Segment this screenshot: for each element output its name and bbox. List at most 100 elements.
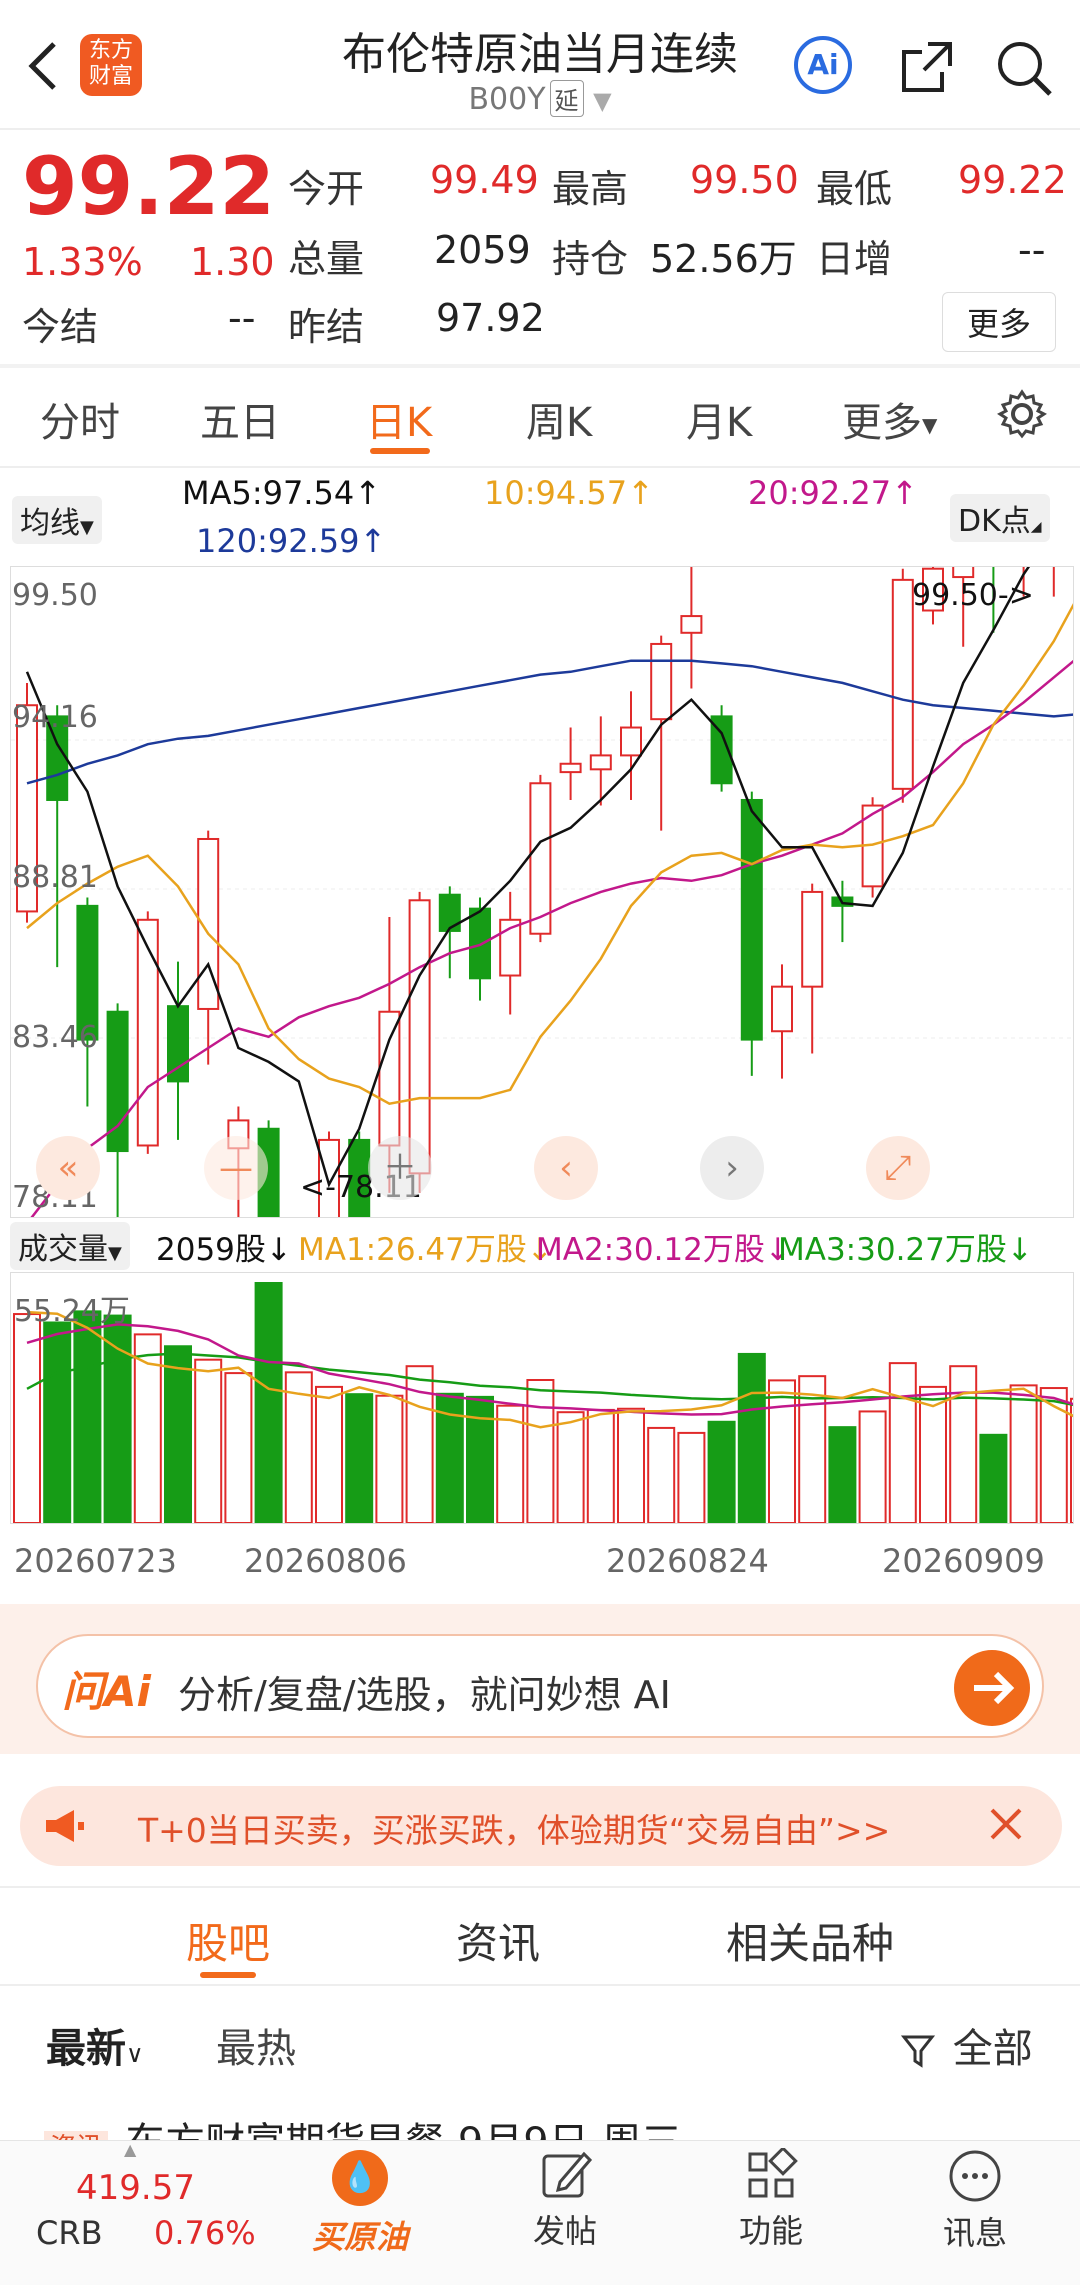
volume-bar	[254, 1282, 283, 1524]
zoom-out-button[interactable]: «	[36, 1136, 100, 1200]
candle-body	[891, 578, 914, 790]
ai-search-bar[interactable]: 问Ai 分析/复盘/选股，就问妙想 AI	[36, 1634, 1044, 1738]
post-button[interactable]: 发帖	[510, 2148, 620, 2252]
search-icon	[998, 42, 1052, 96]
grid-icon	[748, 2146, 798, 2198]
scale-minus-button[interactable]: —	[204, 1136, 268, 1200]
date-tick: 20260723	[14, 1542, 177, 1580]
oi-value: 52.56万	[650, 237, 797, 281]
volume-bar	[194, 1358, 223, 1524]
buy-crude-button[interactable]: 💧 买原油	[300, 2150, 420, 2258]
chevron-down-icon: ∨	[126, 2040, 144, 2068]
volume-bar	[979, 1433, 1008, 1525]
promo-close-button[interactable]	[982, 1800, 1030, 1852]
chart-settings-button[interactable]	[996, 388, 1048, 444]
candle-body	[589, 754, 612, 771]
tab-monthly-k[interactable]: 月K	[686, 390, 752, 448]
ma120-legend: 120:92.59↑	[196, 522, 387, 560]
daily-inc-value: --	[1018, 228, 1046, 272]
tab-more[interactable]: 更多▼	[842, 390, 937, 448]
messages-button[interactable]: 讯息	[920, 2148, 1030, 2254]
change-pct: 1.33%	[22, 240, 143, 284]
volume-bar	[949, 1365, 978, 1524]
tab-daily-k[interactable]: 日K	[366, 390, 432, 448]
high-label: 最高	[552, 167, 629, 211]
contract-code-text: B00Y	[468, 82, 546, 117]
ai-go-button[interactable]	[954, 1650, 1030, 1726]
filter-icon	[900, 2035, 936, 2068]
search-button[interactable]	[994, 38, 1054, 102]
candle-body	[801, 890, 824, 988]
megaphone-icon	[46, 1810, 84, 1842]
volume-chart[interactable]	[10, 1272, 1080, 1525]
y-tick-label: 99.50	[12, 578, 98, 613]
more-quote-button[interactable]: 更多	[942, 292, 1057, 352]
low-value: 99.22	[958, 158, 1067, 202]
dk-point-label: DK点	[958, 504, 1031, 539]
volume-selector[interactable]: 成交量▼	[10, 1222, 130, 1270]
volume-bar	[556, 1411, 585, 1524]
candle-body	[559, 762, 582, 774]
tab-news[interactable]: 资讯	[456, 1910, 540, 1971]
volume-bar	[858, 1410, 887, 1525]
crb-up-arrow: ▲	[124, 2140, 137, 2159]
volume-bar	[466, 1395, 494, 1524]
header-divider	[0, 128, 1080, 130]
tab-active-indicator	[370, 448, 430, 454]
fullscreen-button[interactable]: ⤢	[866, 1136, 930, 1200]
tab-five-day[interactable]: 五日	[200, 390, 280, 448]
close-icon	[990, 1808, 1022, 1840]
caret-down-icon: ▼	[922, 413, 938, 437]
prev-settle-label: 昨结	[288, 305, 365, 349]
tab-active-indicator	[200, 1972, 256, 1978]
sort-latest[interactable]: 最新∨	[46, 2016, 144, 2074]
tab-weekly-k[interactable]: 周K	[526, 390, 592, 448]
price-chart[interactable]	[10, 412, 1080, 1408]
messages-label: 讯息	[942, 2214, 1007, 2252]
section-divider	[0, 1886, 1080, 1888]
vol-ma1-legend: MA1:26.47万股↓	[298, 1232, 553, 1268]
scroll-right-button[interactable]: ›	[700, 1136, 764, 1200]
candle-body	[529, 782, 552, 935]
candle-body	[136, 918, 159, 1147]
filter-label: 全部	[952, 2026, 1033, 2072]
news-item-peek[interactable]: 资讯 东方财富期货早餐 9月9日 周三	[44, 2110, 1044, 2140]
ma20-legend: 20:92.27↑	[748, 474, 918, 512]
scale-plus-button[interactable]: ＋	[368, 1136, 432, 1200]
sort-hot[interactable]: 最热	[216, 2016, 296, 2074]
minus-icon: —	[219, 1148, 253, 1188]
tab-intraday[interactable]: 分时	[40, 390, 120, 448]
volume-max-label: 55.24万	[14, 1294, 130, 1329]
ai-logo: 问Ai	[62, 1667, 151, 1716]
candle-body	[650, 642, 673, 721]
high-value: 99.50	[690, 158, 799, 202]
ai-button[interactable]: Ai	[794, 36, 852, 94]
crb-value[interactable]: 419.57	[76, 2168, 195, 2208]
date-tick: 20260909	[882, 1542, 1045, 1580]
caret-down-icon: ▼	[108, 1243, 122, 1264]
volume-bar	[888, 1362, 917, 1524]
open-label: 今开	[288, 167, 365, 211]
ma-selector[interactable]: 均线▼	[12, 496, 102, 544]
vol-ma3-legend: MA3:30.27万股↓	[778, 1232, 1033, 1268]
functions-button[interactable]: 功能	[716, 2146, 826, 2252]
candle-body	[740, 798, 763, 1041]
candle-body	[680, 615, 703, 634]
tab-related[interactable]: 相关品种	[726, 1910, 894, 1971]
scroll-left-button[interactable]: ‹	[534, 1136, 598, 1200]
candle-body	[620, 726, 642, 757]
share-button[interactable]	[898, 38, 956, 100]
promo-banner[interactable]: T+0当日买卖，买涨买跌，体验期货“交易自由”>>	[20, 1786, 1062, 1866]
dk-point-button[interactable]: DK点◢	[950, 494, 1050, 542]
volume-bar	[707, 1420, 736, 1525]
filter-button[interactable]: 全部	[900, 2016, 1033, 2074]
volume-bar	[375, 1394, 404, 1524]
settle-value: --	[228, 296, 256, 340]
plus-icon: ＋	[383, 1148, 417, 1188]
ma120-line	[26, 659, 1080, 785]
volume-bar	[1039, 1387, 1068, 1524]
tab-guba[interactable]: 股吧	[186, 1910, 270, 1971]
ma10-legend: 10:94.57↑	[484, 474, 654, 512]
candle-body	[771, 985, 793, 1033]
price-chart-svg	[11, 412, 1080, 1408]
